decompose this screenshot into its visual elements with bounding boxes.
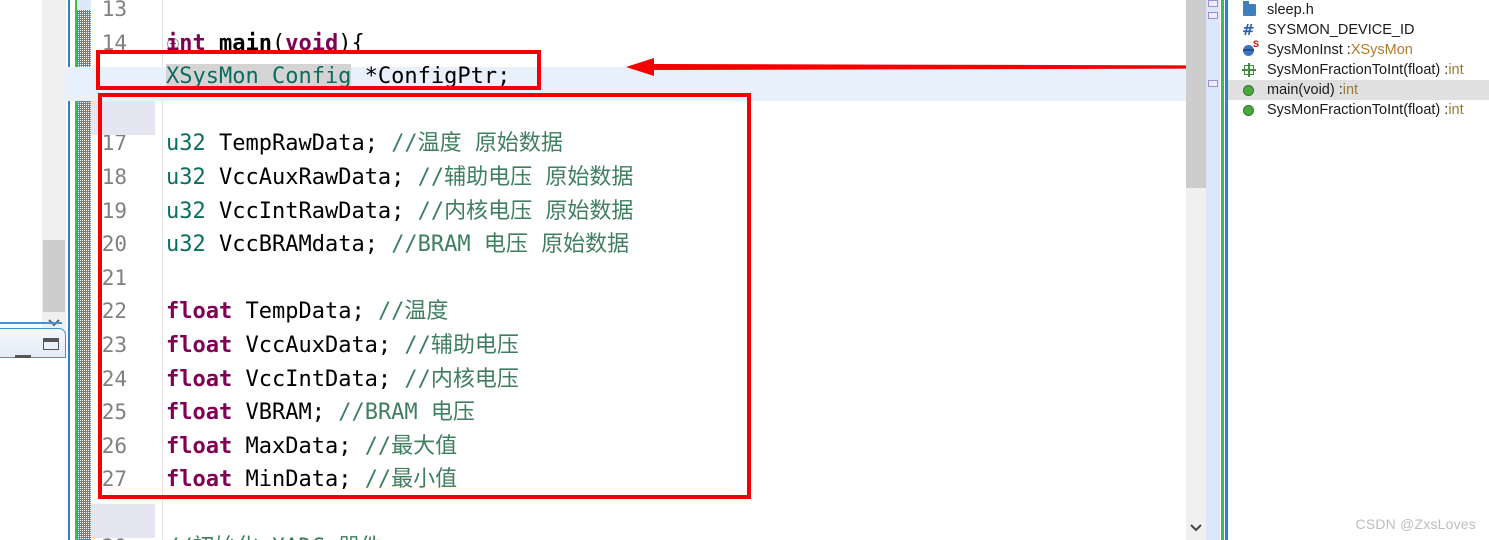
overview-marker[interactable] xyxy=(1208,12,1218,19)
line-number: 13 xyxy=(101,0,127,21)
minimize-icon[interactable] xyxy=(15,343,31,358)
overview-marker[interactable] xyxy=(1208,80,1218,87)
outline-item-3[interactable]: SysMonFractionToInt(float) : int xyxy=(1228,60,1489,80)
outline-item-return-type: int xyxy=(1342,82,1359,98)
outline-item-4[interactable]: main(void) : int xyxy=(1228,80,1489,100)
editor-scrollbar-thumb[interactable] xyxy=(1186,0,1206,188)
outline-item-return-type: int xyxy=(1448,62,1464,78)
outline-item-1[interactable]: # SYSMON_DEVICE_ID xyxy=(1228,20,1489,40)
panel-top-border xyxy=(0,322,62,324)
function-icon xyxy=(1240,102,1262,118)
outline-item-label: SYSMON_DEVICE_ID xyxy=(1267,22,1415,38)
editor-scrollbar-down-arrow[interactable] xyxy=(1186,518,1206,538)
config-pointer-declaration-box xyxy=(96,50,541,90)
code-line[interactable] xyxy=(166,0,1186,27)
left-scrollbar-thumb[interactable] xyxy=(43,240,65,312)
line-number-highlight xyxy=(91,504,155,538)
outline-view[interactable]: sleep.h # SYSMON_DEVICE_ID S SysMonInst : XS… xyxy=(1228,0,1489,540)
outline-item-label: SysMonInst : xyxy=(1267,42,1351,58)
csdn-watermark: CSDN @ZxsLoves xyxy=(1355,516,1476,532)
outline-item-type: XSysMon xyxy=(1350,42,1413,58)
outline-item-2[interactable]: S SysMonInst : XSysMon xyxy=(1228,39,1489,60)
outline-item-label: SysMonFractionToInt(float) : xyxy=(1267,102,1449,118)
outline-item-return-type: int xyxy=(1448,102,1464,118)
code-line[interactable] xyxy=(166,497,1186,531)
macro-define-icon: # xyxy=(1242,21,1255,39)
outline-item-label: main(void) : xyxy=(1267,82,1343,98)
function-icon xyxy=(1240,82,1262,98)
outline-item-5[interactable]: SysMonFractionToInt(float) : int xyxy=(1228,100,1489,120)
floating-mini-panel[interactable] xyxy=(0,328,66,358)
chevron-down-icon xyxy=(1190,524,1202,532)
ide-screenshot: 1314151617181920212223242526272829 int m… xyxy=(0,0,1489,540)
maximize-icon[interactable] xyxy=(43,338,59,350)
code-token: //初始化 XADC 器件 xyxy=(166,535,382,540)
prototype-icon xyxy=(1240,62,1262,78)
header-file-icon xyxy=(1240,1,1262,18)
overview-marker[interactable] xyxy=(1208,0,1218,7)
overview-green-border xyxy=(1221,0,1224,540)
static-field-icon: S xyxy=(1240,39,1262,58)
outline-item-0[interactable]: sleep.h xyxy=(1228,0,1489,20)
outline-item-label: SysMonFractionToInt(float) : xyxy=(1267,62,1449,78)
code-editor[interactable]: 1314151617181920212223242526272829 int m… xyxy=(66,0,1186,540)
code-line[interactable]: //初始化 XADC 器件 xyxy=(166,531,1186,540)
pointer-arrow-to-config-line xyxy=(626,55,1186,79)
variable-declarations-box xyxy=(98,93,751,499)
outline-item-label: sleep.h xyxy=(1267,2,1314,18)
